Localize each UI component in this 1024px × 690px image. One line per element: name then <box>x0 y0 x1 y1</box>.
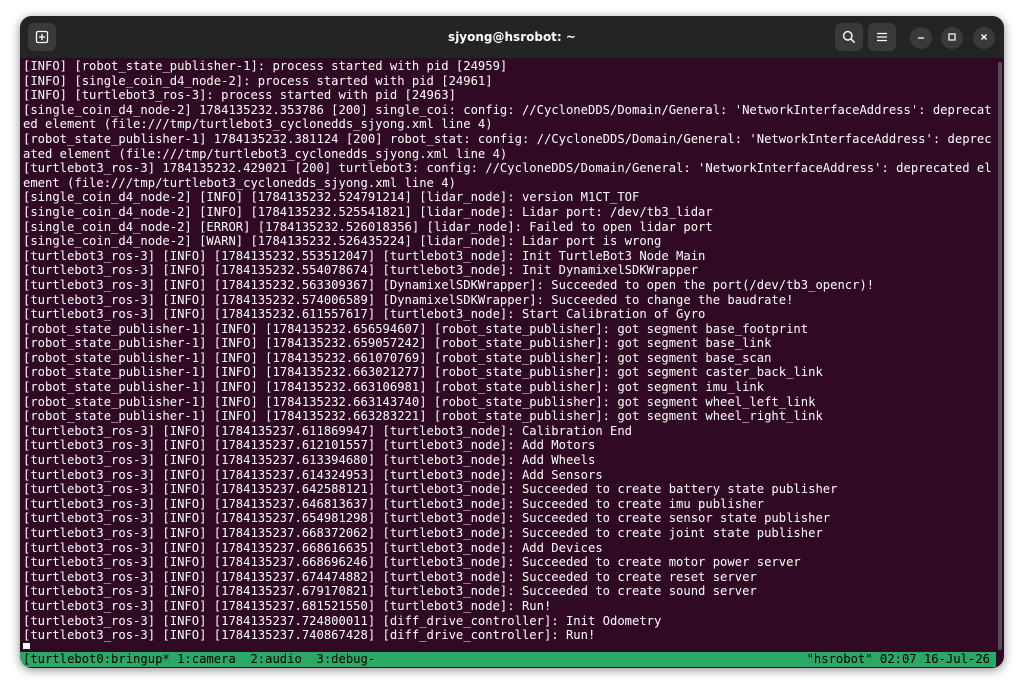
search-icon <box>842 30 856 44</box>
terminal-line: [single_coin_d4_node-2] [ERROR] [1784135… <box>23 219 713 234</box>
terminal-line: [INFO] [robot_state_publisher-1]: proces… <box>23 59 508 73</box>
maximize-icon <box>947 29 957 47</box>
terminal-line: [turtlebot3_ros-3] 1784135232.429021 [20… <box>23 161 992 190</box>
terminal-window: sjyong@hsrobot: ~ [INFO] [robot_state_pu… <box>20 16 1004 668</box>
terminal-line: [turtlebot3_ros-3] [INFO] [1784135237.61… <box>23 467 603 482</box>
terminal-line: [turtlebot3_ros-3] [INFO] [1784135237.64… <box>23 482 838 497</box>
terminal-line: [turtlebot3_ros-3] [INFO] [1784135232.57… <box>23 292 794 307</box>
terminal-line: [robot_state_publisher-1] [INFO] [178413… <box>23 350 772 365</box>
terminal-line: [robot_state_publisher-1] [INFO] [178413… <box>23 394 816 409</box>
text-cursor <box>23 642 30 649</box>
terminal-line: [turtlebot3_ros-3] [INFO] [1784135237.65… <box>23 511 831 526</box>
terminal-line: [turtlebot3_ros-3] [INFO] [1784135237.67… <box>23 584 757 599</box>
terminal-line: [robot_state_publisher-1] [INFO] [178413… <box>23 380 765 395</box>
terminal-line: [INFO] [turtlebot3_ros-3]: process start… <box>23 88 456 103</box>
terminal-line: [turtlebot3_ros-3] [INFO] [1784135237.66… <box>23 540 603 555</box>
scrollbar[interactable] <box>998 62 1002 650</box>
terminal-line: [turtlebot3_ros-3] [INFO] [1784135237.66… <box>23 526 823 540</box>
tmux-window-list[interactable]: [turtlebot0:bringup* 1:camera 2:audio 3:… <box>23 652 375 667</box>
title-bar[interactable]: sjyong@hsrobot: ~ <box>20 16 1004 58</box>
menu-button[interactable] <box>868 23 896 51</box>
terminal-line: [turtlebot3_ros-3] [INFO] [1784135237.72… <box>23 613 662 628</box>
maximize-button[interactable] <box>941 27 963 49</box>
terminal-line: [single_coin_d4_node-2] [INFO] [17841352… <box>23 190 640 205</box>
minimize-button[interactable] <box>910 27 932 49</box>
tmux-host-clock: "hsrobot" 02:07 16-Jul-26 <box>806 652 990 666</box>
terminal-line: [single_coin_d4_node-2] 1784135232.35378… <box>23 102 992 132</box>
terminal-line: [turtlebot3_ros-3] [INFO] [1784135237.66… <box>23 555 801 570</box>
terminal-line: [turtlebot3_ros-3] [INFO] [1784135237.64… <box>23 496 765 511</box>
terminal-line: [single_coin_d4_node-2] [INFO] [17841352… <box>23 204 713 219</box>
tmux-status-bar: [turtlebot0:bringup* 1:camera 2:audio 3:… <box>20 652 996 667</box>
terminal-line: [turtlebot3_ros-3] [INFO] [1784135237.68… <box>23 598 552 613</box>
terminal-line: [turtlebot3_ros-3] [INFO] [1784135237.67… <box>23 569 757 584</box>
terminal-line: [turtlebot3_ros-3] [INFO] [1784135237.61… <box>23 423 633 438</box>
new-tab-button[interactable] <box>28 23 56 51</box>
terminal-line: [turtlebot3_ros-3] [INFO] [1784135237.61… <box>23 438 596 453</box>
terminal-line: [turtlebot3_ros-3] [INFO] [1784135232.61… <box>23 307 706 322</box>
hamburger-menu-icon <box>875 30 889 44</box>
terminal-line: [robot_state_publisher-1] 1784135232.381… <box>23 131 992 161</box>
terminal-line: [robot_state_publisher-1] [INFO] [178413… <box>23 409 823 424</box>
close-button[interactable] <box>973 27 995 49</box>
terminal-line: [turtlebot3_ros-3] [INFO] [1784135237.74… <box>23 628 596 643</box>
terminal-line: [turtlebot3_ros-3] [INFO] [1784135232.56… <box>23 277 875 292</box>
terminal-output[interactable]: [INFO] [robot_state_publisher-1]: proces… <box>23 59 993 649</box>
minimize-icon <box>916 29 926 47</box>
new-tab-icon <box>35 30 49 44</box>
terminal-line: [robot_state_publisher-1] [INFO] [178413… <box>23 365 823 380</box>
terminal-line: [robot_state_publisher-1] [INFO] [178413… <box>23 336 772 351</box>
terminal-line: [turtlebot3_ros-3] [INFO] [1784135232.55… <box>23 248 706 263</box>
terminal-line: [INFO] [single_coin_d4_node-2]: process … <box>23 73 493 88</box>
terminal-line: [robot_state_publisher-1] [INFO] [178413… <box>23 321 809 336</box>
terminal-line: [single_coin_d4_node-2] [WARN] [17841352… <box>23 234 662 249</box>
prompt-line[interactable] <box>23 642 993 649</box>
close-icon <box>979 29 989 47</box>
search-button[interactable] <box>835 23 863 51</box>
terminal-line: [turtlebot3_ros-3] [INFO] [1784135232.55… <box>23 263 699 278</box>
terminal-line: [turtlebot3_ros-3] [INFO] [1784135237.61… <box>23 453 596 468</box>
